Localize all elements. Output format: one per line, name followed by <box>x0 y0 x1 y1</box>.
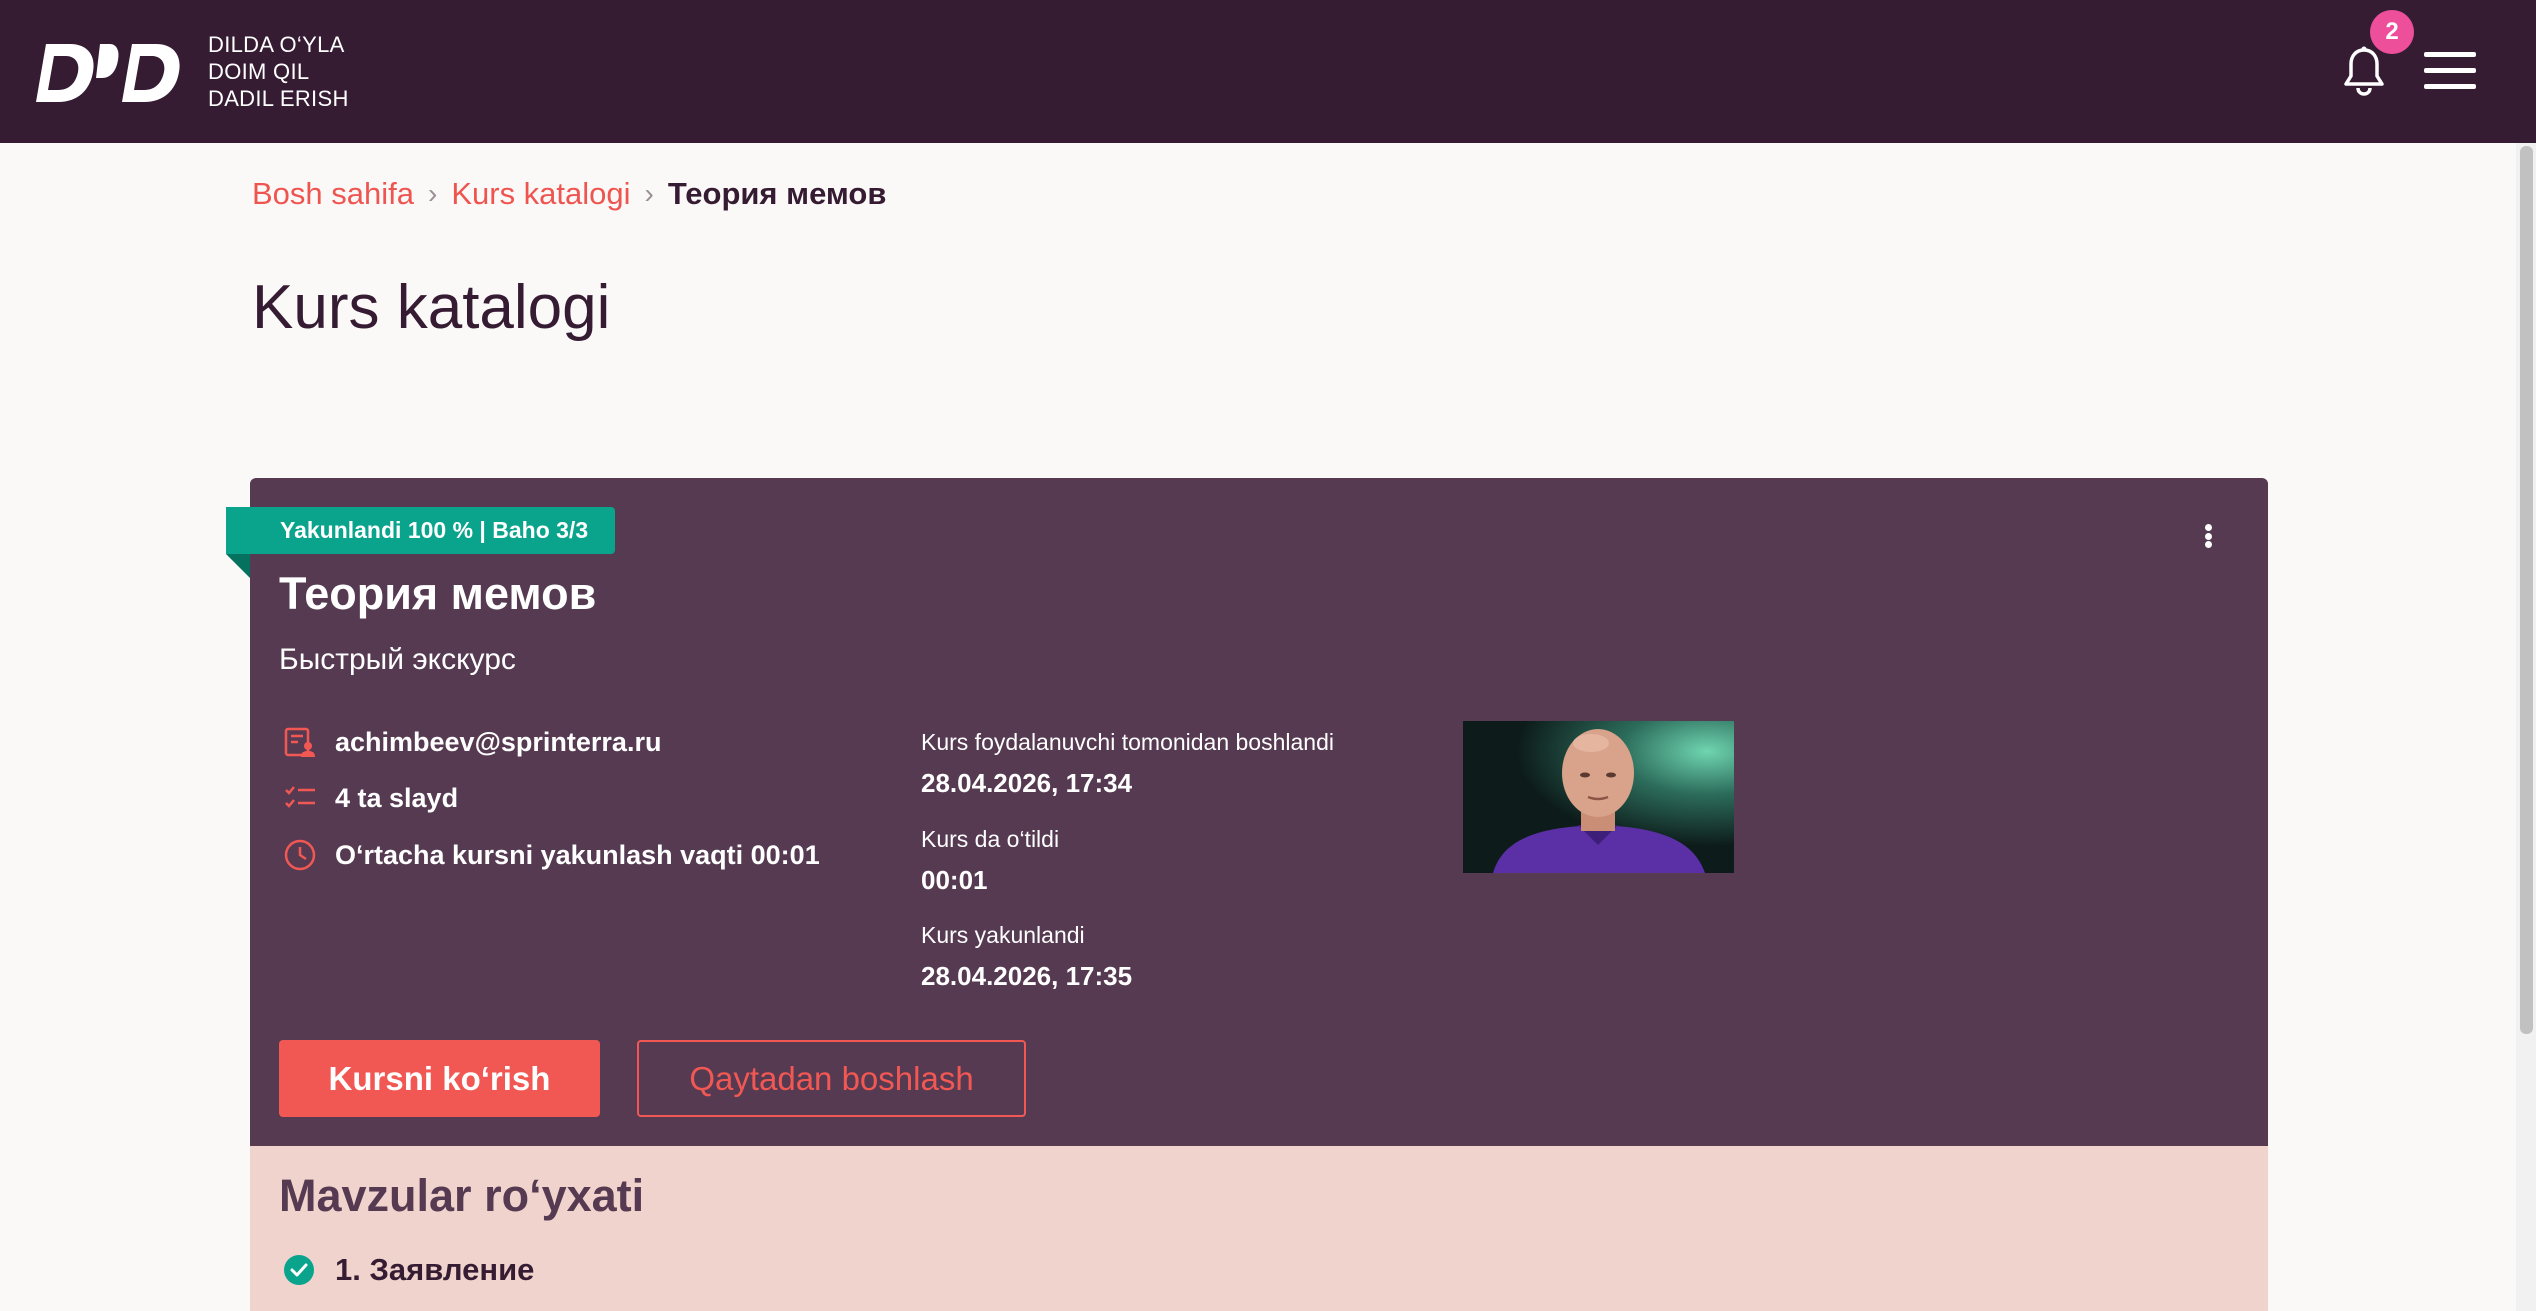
time-spent-label: Kurs da o‘tildi <box>921 826 1060 852</box>
author-card-icon <box>284 727 315 757</box>
course-slides-count: 4 ta slayd <box>335 782 459 813</box>
clock-icon <box>284 839 316 871</box>
breadcrumb-catalog-link[interactable]: Kurs katalogi <box>451 176 630 212</box>
notification-count-badge[interactable]: 2 <box>2370 10 2414 54</box>
course-avg-completion-time: O‘rtacha kursni yakunlash vaqti 00:01 <box>335 839 820 870</box>
started-value: 28.04.2026, 17:34 <box>921 768 1133 798</box>
brand-slogan: DILDA O‘YLA DOIM QIL DADIL ERISH <box>208 31 349 112</box>
ddd-logo[interactable] <box>36 42 182 104</box>
top-navigation-bar: DILDA O‘YLA DOIM QIL DADIL ERISH 2 <box>0 0 2536 143</box>
course-author-row: achimbeev@sprinterra.ru <box>283 725 661 759</box>
course-thumbnail[interactable] <box>1463 721 1734 873</box>
course-subtitle: Быстрый экскурс <box>279 643 516 676</box>
time-spent-value: 00:01 <box>921 865 988 895</box>
bell-icon[interactable] <box>2344 46 2384 96</box>
scrollbar-thumb[interactable] <box>2520 146 2533 1034</box>
page-title: Kurs katalogi <box>252 273 611 342</box>
breadcrumb-separator: › <box>428 178 438 209</box>
slogan-line: DILDA O‘YLA <box>208 32 345 57</box>
check-circle-icon <box>284 1255 314 1285</box>
course-slides-row: 4 ta slayd <box>283 781 458 815</box>
course-title: Теория мемов <box>279 568 597 619</box>
course-avg-time-row: O‘rtacha kursni yakunlash vaqti 00:01 <box>283 838 820 872</box>
topic-item[interactable]: 1. Заявление <box>283 1252 534 1288</box>
completed-label: Kurs yakunlandi <box>921 922 1085 948</box>
restart-course-button[interactable]: Qaytadan boshlash <box>637 1040 1026 1117</box>
breadcrumb-current: Теория мемов <box>667 176 887 211</box>
slogan-line: DADIL ERISH <box>208 86 349 111</box>
breadcrumb-home-link[interactable]: Bosh sahifa <box>252 176 414 212</box>
completed-value: 28.04.2026, 17:35 <box>921 961 1133 991</box>
topic-item-label: 1. Заявление <box>335 1252 535 1287</box>
slogan-line: DOIM QIL <box>208 59 310 84</box>
breadcrumb: Bosh sahifa › Kurs katalogi › Теория мем… <box>252 176 886 212</box>
menu-icon[interactable] <box>2424 52 2476 90</box>
started-label: Kurs foydalanuvchi tomonidan boshlandi <box>921 729 1334 755</box>
course-author-email: achimbeev@sprinterra.ru <box>335 726 662 757</box>
more-options-icon[interactable] <box>2196 520 2220 552</box>
status-ribbon: Yakunlandi 100 % | Baho 3/3 <box>226 507 616 554</box>
presenter-image <box>1493 729 1705 873</box>
breadcrumb-separator: › <box>644 178 654 209</box>
checklist-icon <box>285 786 315 808</box>
ribbon-fold <box>226 554 250 578</box>
topics-title: Mavzular ro‘yxati <box>279 1170 645 1221</box>
view-course-button[interactable]: Kursni ko‘rish <box>279 1040 600 1117</box>
